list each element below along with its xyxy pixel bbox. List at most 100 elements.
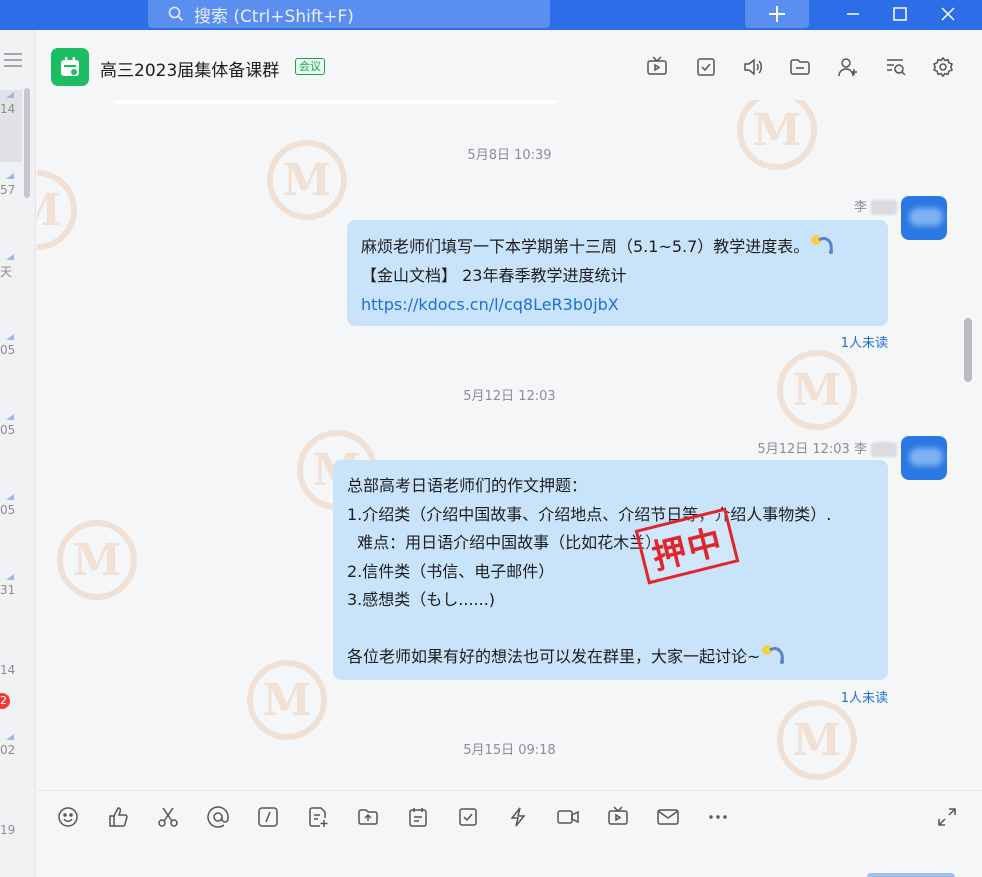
task-button[interactable] [693,54,719,80]
checkbox-icon [459,808,477,826]
message-line: 麻烦老师们填写一下本学期第十三周（5.1~5.7）教学进度表。 [361,232,874,261]
list-scrollbar[interactable] [24,88,30,198]
emoji-button[interactable] [56,805,80,829]
list-item-time: 57 [0,183,16,197]
mention-button[interactable] [206,805,230,829]
watermark: M [57,520,137,600]
chat-header: 高三2023届集体备课群 会议 [37,30,982,100]
watermark-logo: M [57,520,137,600]
slash-icon [258,807,278,827]
checkbox-icon [697,58,715,76]
todo-button[interactable] [456,805,480,829]
message-line: 3.感想类（もし......) [347,590,496,609]
send-file-button[interactable] [356,805,380,829]
list-item-time: 05 [0,503,16,517]
message-bubble[interactable]: 总部高考日语老师们的作文押题： 1.介绍类（介绍中国故事、介绍地点、介绍节日等，… [333,460,888,680]
list-item-time: 14 [0,102,16,116]
tv-icon [647,56,667,75]
like-button[interactable] [106,805,130,829]
search-history-button[interactable] [883,54,909,80]
close-icon [941,7,955,21]
read-tick-icon [6,494,14,500]
more-icon [709,815,727,819]
unread-status[interactable]: 1人未读 [777,332,888,351]
minimize-icon [847,13,859,15]
maximize-button[interactable] [880,0,920,28]
watermark: M [37,170,77,250]
doc-add-icon [309,807,328,827]
files-button[interactable] [787,54,813,80]
minimize-button[interactable] [833,0,873,28]
close-button[interactable] [928,0,968,28]
scissors-icon [158,807,178,827]
list-item-time: 05 [0,423,16,437]
message-bubble[interactable]: 麻烦老师们填写一下本学期第十三周（5.1~5.7）教学进度表。 【金山文档】 2… [347,220,888,326]
avatar[interactable] [901,436,947,480]
sender-name: 李 [797,196,897,215]
list-item-time: 05 [0,343,16,357]
more-button[interactable] [706,805,730,829]
search-input[interactable]: 搜索 (Ctrl+Shift+F) [148,0,550,28]
speaker-icon [744,58,762,76]
live-stream-button[interactable] [606,805,630,829]
doc-link[interactable]: https://kdocs.cn/l/cq8LeR3b0jbX [361,290,874,319]
message-line: 各位老师如果有好的想法也可以发在群里，大家一起讨论~ [347,643,874,672]
group-title: 高三2023届集体备课群 [100,61,280,81]
read-tick-icon [6,254,14,260]
watermark-logo: M [247,660,327,740]
maximize-icon [893,7,907,21]
title-bar: 搜索 (Ctrl+Shift+F) [0,0,982,30]
avatar[interactable] [901,196,947,240]
meeting-badge: 会议 [295,58,325,75]
video-camera-icon [557,810,579,824]
read-tick-icon [6,414,14,420]
group-avatar[interactable] [51,48,89,86]
video-call-button[interactable] [556,805,580,829]
expand-button[interactable] [935,805,959,829]
list-item-time: 31 [0,583,16,597]
unread-badge: 2 [0,693,10,709]
live-button[interactable] [644,54,670,80]
read-tick-icon [6,334,14,340]
message-line: 难点：用日语介绍中国故事（比如花木兰） [347,533,662,552]
message-area: M M M M M M M M 5月8日 10:39 李 麻烦老师们填写一下本学… [37,100,982,790]
message-line [347,615,874,643]
tv-icon [608,806,628,825]
menu-icon[interactable] [4,52,22,68]
bell-emoji-icon [811,235,834,254]
send-button[interactable] [867,873,955,877]
chat-scrollbar[interactable] [964,318,972,382]
conversation-list: 14 57 天 05 05 05 31 14 2 02 19 [0,30,36,877]
gear-icon [933,56,953,78]
screenshot-button[interactable] [156,805,180,829]
unread-status[interactable]: 1人未读 [777,687,888,706]
thumbs-up-icon [109,807,128,827]
folder-upload-icon [358,809,378,825]
expand-icon [938,808,956,826]
timestamp: 5月8日 10:39 [467,148,552,163]
lightning-icon [510,807,526,827]
add-button[interactable] [745,0,809,28]
folder-icon [790,59,810,75]
add-user-icon [838,58,857,77]
quick-command-button[interactable] [256,805,280,829]
message-line: 【金山文档】 23年春季教学进度统计 [361,266,627,285]
mail-button[interactable] [656,805,680,829]
schedule-button[interactable] [406,805,430,829]
list-item-time: 14 [0,663,16,677]
selected-conversation[interactable] [0,90,22,162]
urgent-button[interactable] [506,805,530,829]
read-tick-icon [6,574,14,580]
message-line: 1.介绍类（介绍中国故事、介绍地点、介绍节日等，介绍人事物类）. [347,504,832,524]
sender-name: 5月12日 12:03 李 [677,438,897,457]
new-doc-button[interactable] [306,805,330,829]
voice-button[interactable] [740,54,766,80]
list-item-time: 02 [0,743,16,757]
at-icon [207,806,229,828]
list-search-icon [887,59,906,76]
list-item-time: 天 [0,265,13,279]
message-line: 2.信件类（书信、电子邮件） [347,561,555,581]
settings-button[interactable] [930,54,956,80]
plus-icon [769,6,785,22]
add-member-button[interactable] [835,54,861,80]
